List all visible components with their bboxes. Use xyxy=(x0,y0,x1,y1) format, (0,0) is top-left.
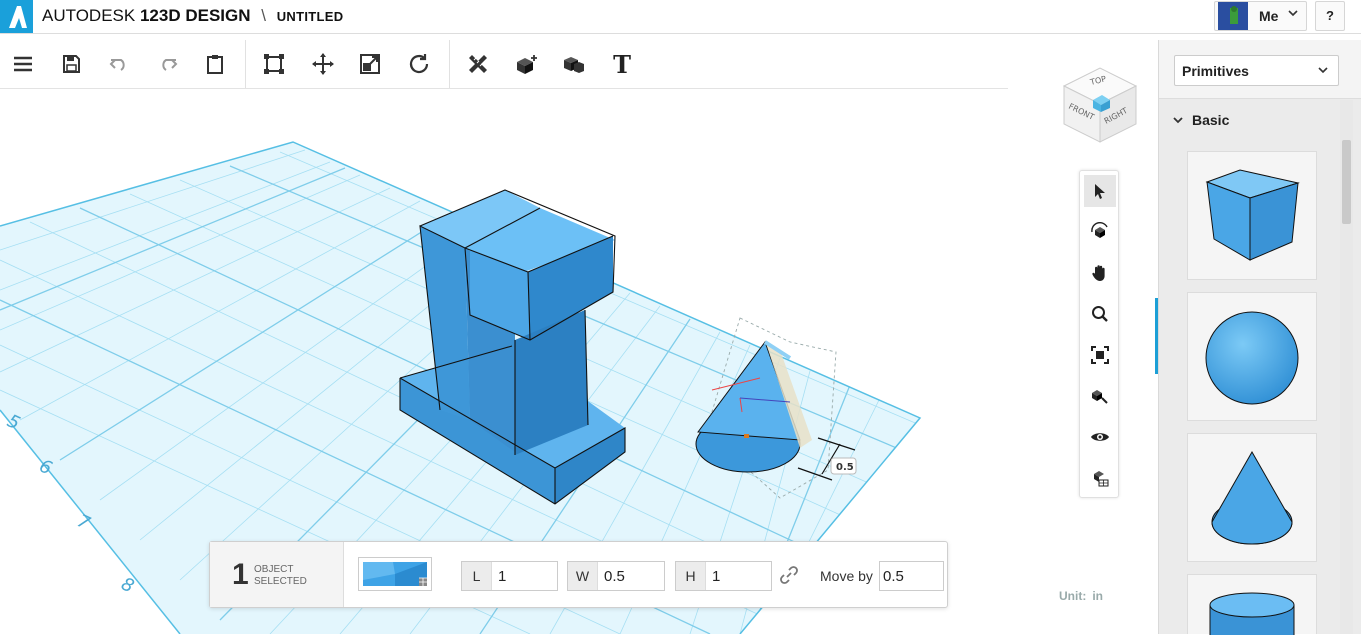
combine-icon[interactable] xyxy=(556,46,592,82)
material-swatch[interactable] xyxy=(358,557,432,591)
redo-icon[interactable] xyxy=(150,46,186,82)
measure-icon[interactable] xyxy=(460,46,496,82)
text-tool-glyph: T xyxy=(613,49,631,79)
text-icon[interactable]: T xyxy=(604,46,640,82)
basic-section-label: Basic xyxy=(1192,112,1230,128)
refresh-icon[interactable] xyxy=(401,46,437,82)
panel-header: Primitives xyxy=(1159,40,1361,99)
dimension-value: 0.5 xyxy=(836,462,854,473)
viewcube[interactable]: TOP FRONT RIGHT xyxy=(1060,64,1140,146)
cone-icon xyxy=(1211,450,1293,545)
panel-scrollbar[interactable] xyxy=(1340,100,1353,634)
primitives-panel: Primitives Basic xyxy=(1158,40,1361,635)
brand-name: AUTODESK xyxy=(42,6,136,25)
document-title: UNTITLED xyxy=(276,9,344,24)
user-name: Me xyxy=(1259,8,1279,24)
length-field[interactable]: L 1 xyxy=(461,561,558,591)
primitive-cube[interactable] xyxy=(1187,151,1317,280)
primitive-icon[interactable] xyxy=(508,46,544,82)
scale-icon[interactable] xyxy=(352,46,388,82)
selection-label: OBJECT SELECTED xyxy=(254,564,307,587)
undo-icon[interactable] xyxy=(101,46,137,82)
main-toolbar: T xyxy=(0,40,1008,89)
scrollbar-thumb[interactable] xyxy=(1342,140,1351,224)
sphere-icon xyxy=(1205,311,1299,405)
height-field[interactable]: H 1 xyxy=(675,561,772,591)
basic-section-header[interactable]: Basic xyxy=(1172,112,1229,128)
unit-value: in xyxy=(1092,589,1103,603)
primitives-dropdown-value: Primitives xyxy=(1182,63,1249,79)
cube-icon xyxy=(1205,169,1300,261)
product-name: 123D xyxy=(139,6,181,25)
chevron-down-icon xyxy=(1173,117,1183,124)
primitive-cylinder[interactable] xyxy=(1187,574,1317,635)
move-icon[interactable] xyxy=(305,46,341,82)
zoom-selected-icon[interactable] xyxy=(1084,380,1116,412)
select-icon[interactable] xyxy=(1084,175,1116,207)
link-icon[interactable] xyxy=(780,566,798,584)
unit-indicator[interactable]: Unit: in xyxy=(1059,589,1103,603)
avatar xyxy=(1218,2,1248,30)
grid-label: 8 xyxy=(118,573,137,597)
visibility-icon[interactable] xyxy=(1084,421,1116,453)
height-label: H xyxy=(676,562,706,590)
orbit-icon[interactable] xyxy=(1084,216,1116,248)
chevron-down-icon xyxy=(1287,7,1299,22)
navigation-bar xyxy=(1079,170,1119,498)
zoom-icon[interactable] xyxy=(1084,298,1116,330)
app-title: AUTODESK 123D DESIGN \ UNTITLED xyxy=(42,6,343,26)
primitive-sphere[interactable] xyxy=(1187,292,1317,421)
width-field[interactable]: W 0.5 xyxy=(567,561,665,591)
unit-label: Unit: xyxy=(1059,589,1087,603)
title-separator: \ xyxy=(261,6,266,25)
pan-icon[interactable] xyxy=(1084,257,1116,289)
length-label: L xyxy=(462,562,492,590)
clipboard-icon[interactable] xyxy=(197,46,233,82)
user-menu-button[interactable]: Me xyxy=(1214,1,1307,31)
smart-scale-icon[interactable] xyxy=(256,46,292,82)
help-button[interactable]: ? xyxy=(1315,1,1345,31)
selection-panel: 1 OBJECT SELECTED L 1 W 0.5 H 1 Move by … xyxy=(209,541,948,608)
move-by-field[interactable]: 0.5 xyxy=(879,561,944,591)
menu-icon[interactable] xyxy=(5,46,41,82)
move-by-value[interactable]: 0.5 xyxy=(883,568,904,585)
fit-icon[interactable] xyxy=(1084,339,1116,371)
primitive-cone[interactable] xyxy=(1187,433,1317,562)
width-value[interactable]: 0.5 xyxy=(604,568,625,585)
move-by-label: Move by xyxy=(820,568,873,584)
save-icon[interactable] xyxy=(53,46,89,82)
width-label: W xyxy=(568,562,598,590)
title-bar: AUTODESK 123D DESIGN \ UNTITLED Me ? xyxy=(0,0,1361,34)
length-value[interactable]: 1 xyxy=(498,568,506,585)
product-suffix: DESIGN xyxy=(185,6,251,25)
selection-count-box: 1 OBJECT SELECTED xyxy=(210,542,344,607)
material-icon[interactable] xyxy=(1084,462,1116,494)
autodesk-logo-icon[interactable] xyxy=(0,0,33,33)
primitives-dropdown[interactable]: Primitives xyxy=(1174,55,1339,86)
height-value[interactable]: 1 xyxy=(712,568,720,585)
cylinder-icon xyxy=(1209,592,1295,635)
selection-count: 1 xyxy=(232,558,249,591)
chevron-down-icon xyxy=(1316,63,1330,77)
